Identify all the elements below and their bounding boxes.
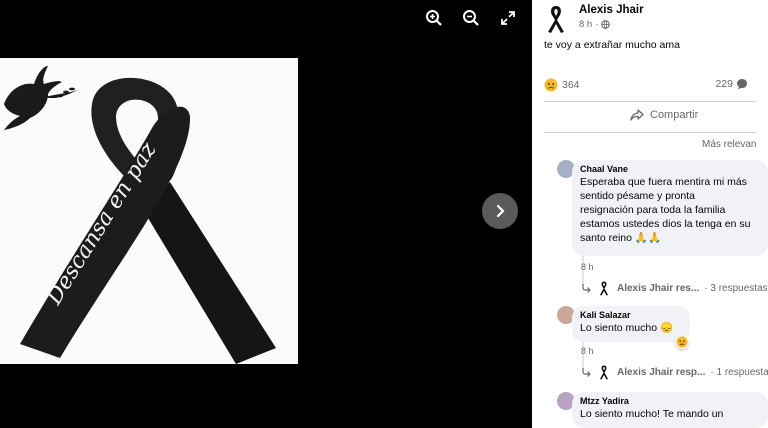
next-photo-button[interactable] xyxy=(482,193,518,229)
fullscreen-button[interactable] xyxy=(496,6,520,30)
reply-arrow-icon xyxy=(582,284,591,293)
reply-arrow-icon xyxy=(582,368,591,377)
post-meta: 8 h · xyxy=(579,19,611,30)
black-ribbon-icon xyxy=(600,365,608,380)
sad-reaction-icon xyxy=(544,78,558,92)
view-replies-link[interactable]: Alexis Jhair res... · 3 respuestas xyxy=(581,280,768,296)
comment-bubble: Kali Salazar Lo siento mucho 😞 xyxy=(572,306,690,342)
zoom-in-button[interactable] xyxy=(422,6,446,30)
ribbon-illustration: Descansa en paz xyxy=(4,66,276,364)
reply-author: Alexis Jhair resp... xyxy=(617,366,706,378)
black-ribbon-icon xyxy=(600,281,608,296)
comment-text: Esperaba que fuera mentira mi más sentid… xyxy=(580,176,751,244)
reply-count: · 1 respuesta xyxy=(710,366,768,378)
comment-time[interactable]: 8 h xyxy=(581,262,594,272)
comment-bubble-icon xyxy=(737,79,747,90)
globe-icon xyxy=(601,20,611,29)
chevron-right-icon xyxy=(496,204,505,218)
post-panel: Alexis Jhair 8 h · te voy a extrañar muc… xyxy=(532,0,768,428)
zoom-out-button[interactable] xyxy=(459,6,483,30)
dove-icon xyxy=(4,66,78,130)
comment-count-link[interactable]: 229 xyxy=(715,78,748,90)
share-button[interactable]: Compartir xyxy=(630,109,698,121)
comment-bubble: Mtzz Yadira Lo siento mucho! Te mando un xyxy=(572,392,768,428)
comment-text: Lo siento mucho! Te mando un xyxy=(580,408,724,420)
divider xyxy=(544,132,756,133)
comment-bubble: Chaal Vane Esperaba que fuera mentira mi… xyxy=(572,160,768,256)
post-caption: te voy a extrañar mucho ama xyxy=(544,39,680,51)
sad-reaction-icon xyxy=(676,336,688,348)
comment-sort-dropdown[interactable]: Más relevan xyxy=(702,139,756,150)
reply-author: Alexis Jhair res... xyxy=(617,282,700,294)
divider xyxy=(544,101,756,102)
zoom-in-icon xyxy=(426,10,442,26)
reaction-count: 364 xyxy=(562,79,580,91)
black-ribbon-icon xyxy=(548,6,564,33)
view-replies-link[interactable]: Alexis Jhair resp... · 1 respuesta xyxy=(581,364,768,380)
comment-time[interactable]: 8 h xyxy=(581,346,594,356)
share-arrow-icon xyxy=(630,109,644,121)
post-photo[interactable]: Descansa en paz xyxy=(0,58,298,364)
avatar[interactable] xyxy=(540,2,572,34)
zoom-out-icon xyxy=(463,10,479,26)
comment-reaction-badge[interactable] xyxy=(675,335,689,349)
comment-author[interactable]: Chaal Vane xyxy=(580,164,760,174)
reply-count: · 3 respuestas xyxy=(704,282,768,294)
comment-text: Lo siento mucho 😞 xyxy=(580,322,674,334)
share-label: Compartir xyxy=(650,109,699,121)
photo-viewer: Descansa en paz xyxy=(0,0,532,428)
comment-author[interactable]: Mtzz Yadira xyxy=(580,396,760,406)
comment-count: 229 xyxy=(715,78,733,90)
post-author[interactable]: Alexis Jhair xyxy=(579,4,644,16)
reaction-summary[interactable]: 364 xyxy=(544,78,580,92)
post-time[interactable]: 8 h xyxy=(579,19,592,30)
comment-author[interactable]: Kali Salazar xyxy=(580,310,682,320)
fullscreen-icon xyxy=(501,11,515,25)
